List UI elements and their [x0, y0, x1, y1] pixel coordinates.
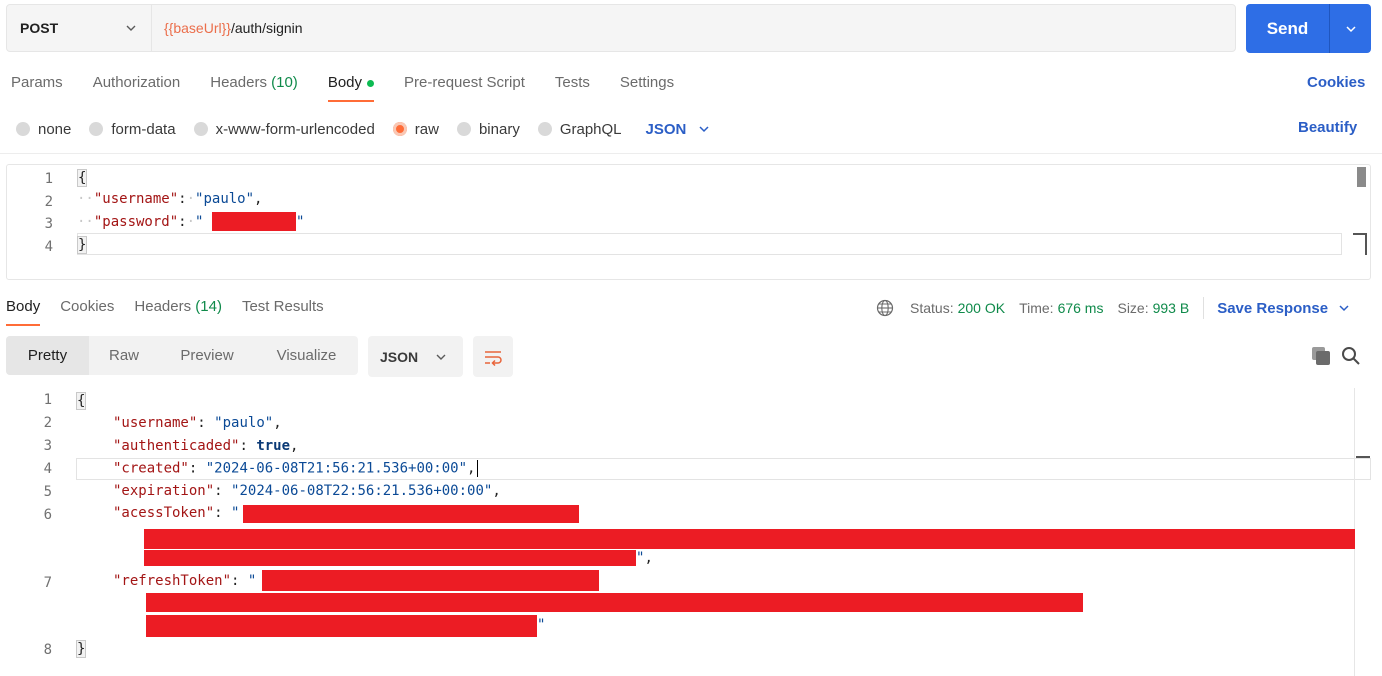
- url-path: /auth/signin: [230, 20, 303, 36]
- code-line: "created": "2024-06-08T21:56:21.536+00:0…: [113, 460, 479, 477]
- scroll-marker: [1356, 456, 1370, 458]
- redacted-refresh-token: [146, 593, 1083, 612]
- body-indicator-dot: [367, 79, 375, 87]
- mode-raw[interactable]: raw: [392, 121, 439, 138]
- search-icon[interactable]: [1341, 346, 1361, 366]
- mode-urlencoded[interactable]: x-www-form-urlencoded: [193, 121, 375, 138]
- code-line: ",: [636, 550, 653, 566]
- tab-response-body[interactable]: Body: [6, 298, 41, 326]
- chevron-down-icon: [699, 126, 709, 133]
- view-visualize[interactable]: Visualize: [255, 336, 358, 375]
- line-numbers: 1 2 3 4: [44, 171, 53, 255]
- code-line: ··"username":·"paulo",: [77, 191, 263, 207]
- tab-settings[interactable]: Settings: [620, 72, 674, 102]
- radio-raw[interactable]: [392, 122, 407, 136]
- code-line: {: [76, 392, 87, 410]
- globe-icon[interactable]: [876, 299, 894, 317]
- view-raw[interactable]: Raw: [89, 336, 159, 375]
- send-button-group: Send: [1246, 4, 1371, 53]
- scroll-marker: [1353, 233, 1367, 255]
- active-line-highlight: [77, 233, 1342, 255]
- scrollbar-thumb[interactable]: [1357, 167, 1366, 187]
- tab-authorization[interactable]: Authorization: [93, 72, 181, 102]
- request-tabs: Params Authorization Headers (10) Body P…: [11, 72, 704, 102]
- radio-urlencoded[interactable]: [193, 122, 208, 136]
- code-line: ": [537, 617, 546, 633]
- tab-body[interactable]: Body: [327, 72, 375, 102]
- code-line: "expiration": "2024-06-08T22:56:21.536+0…: [113, 483, 501, 499]
- size-value[interactable]: 993 B: [1153, 300, 1190, 316]
- view-preview[interactable]: Preview: [159, 336, 255, 375]
- response-tabs: Body Cookies Headers (14) Test Results: [6, 298, 344, 326]
- redacted-access-token: [144, 550, 636, 566]
- time-label: Time:: [1019, 300, 1054, 316]
- code-line: ··"password":·": [77, 214, 204, 230]
- code-line: {: [77, 169, 88, 187]
- chevron-down-icon: [126, 25, 136, 31]
- text-cursor: [477, 460, 479, 477]
- divider: [1203, 297, 1205, 319]
- url-variable: {{baseUrl}}: [164, 20, 231, 36]
- headers-count: (10): [271, 74, 298, 91]
- body-mode-options: none form-data x-www-form-urlencoded raw…: [16, 118, 710, 140]
- request-bar: POST {{baseUrl}}/auth/signin: [6, 4, 1236, 52]
- cookies-link[interactable]: Cookies: [1307, 74, 1365, 91]
- radio-binary[interactable]: [456, 122, 471, 136]
- redacted-access-token: [243, 505, 579, 523]
- method-select[interactable]: POST: [7, 5, 152, 51]
- tab-tests[interactable]: Tests: [555, 72, 590, 102]
- save-response-button[interactable]: Save Response: [1217, 300, 1350, 317]
- status-label: Status:: [910, 300, 954, 316]
- chevron-down-icon: [1345, 25, 1356, 32]
- code-line: "acessToken": ": [113, 505, 240, 521]
- code-line: ": [296, 214, 305, 230]
- divider: [0, 153, 1382, 154]
- tab-params[interactable]: Params: [11, 72, 63, 102]
- code-line: "refreshToken": ": [113, 573, 257, 589]
- url-input[interactable]: {{baseUrl}}/auth/signin: [152, 5, 1235, 51]
- request-body-editor[interactable]: 1 2 3 4 { ··"username":·"paulo", ··"pass…: [6, 164, 1371, 280]
- radio-graphql[interactable]: [537, 122, 552, 136]
- beautify-link[interactable]: Beautify: [1298, 119, 1357, 136]
- copy-icon[interactable]: [1311, 346, 1331, 366]
- mode-form-data[interactable]: form-data: [89, 121, 176, 138]
- redacted-refresh-token: [146, 615, 537, 637]
- code-line: "authenticaded": true,: [113, 438, 299, 454]
- mode-binary[interactable]: binary: [456, 121, 520, 138]
- response-status-area: Status: 200 OK Time: 676 ms Size: 993 B …: [876, 297, 1350, 319]
- response-format-select[interactable]: JSON: [368, 336, 463, 377]
- size-label: Size:: [1117, 300, 1149, 316]
- mode-graphql[interactable]: GraphQL: [537, 121, 622, 138]
- chevron-down-icon: [1339, 305, 1349, 312]
- redacted-password: [212, 212, 296, 231]
- time-value[interactable]: 676 ms: [1058, 300, 1104, 316]
- tab-response-cookies[interactable]: Cookies: [60, 298, 114, 326]
- radio-none[interactable]: [16, 122, 30, 136]
- send-button[interactable]: Send: [1246, 4, 1330, 53]
- mode-none[interactable]: none: [16, 121, 71, 138]
- code-line: }: [77, 236, 88, 254]
- wrap-lines-button[interactable]: [473, 336, 513, 377]
- response-headers-count: (14): [195, 298, 222, 315]
- send-options-button[interactable]: [1330, 4, 1371, 53]
- tab-pre-request-script[interactable]: Pre-request Script: [404, 72, 525, 102]
- body-format-select[interactable]: JSON: [646, 121, 711, 138]
- tab-response-headers[interactable]: Headers (14): [134, 298, 222, 326]
- redacted-access-token: [144, 529, 1355, 549]
- wrap-lines-icon: [485, 350, 502, 366]
- tab-test-results[interactable]: Test Results: [242, 298, 324, 326]
- view-pretty[interactable]: Pretty: [6, 336, 89, 375]
- response-body-editor[interactable]: 1 2 3 4 5 6 7 8 { "username": "paulo", "…: [0, 388, 1382, 676]
- code-line: "username": "paulo",: [113, 415, 282, 431]
- status-value[interactable]: 200 OK: [958, 300, 1005, 316]
- method-label: POST: [20, 20, 59, 36]
- redacted-refresh-token: [262, 570, 599, 591]
- code-line: }: [76, 640, 87, 658]
- tab-headers[interactable]: Headers (10): [210, 72, 298, 102]
- chevron-down-icon: [436, 354, 446, 360]
- radio-form-data[interactable]: [89, 122, 104, 136]
- response-view-modes: Pretty Raw Preview Visualize: [6, 336, 358, 375]
